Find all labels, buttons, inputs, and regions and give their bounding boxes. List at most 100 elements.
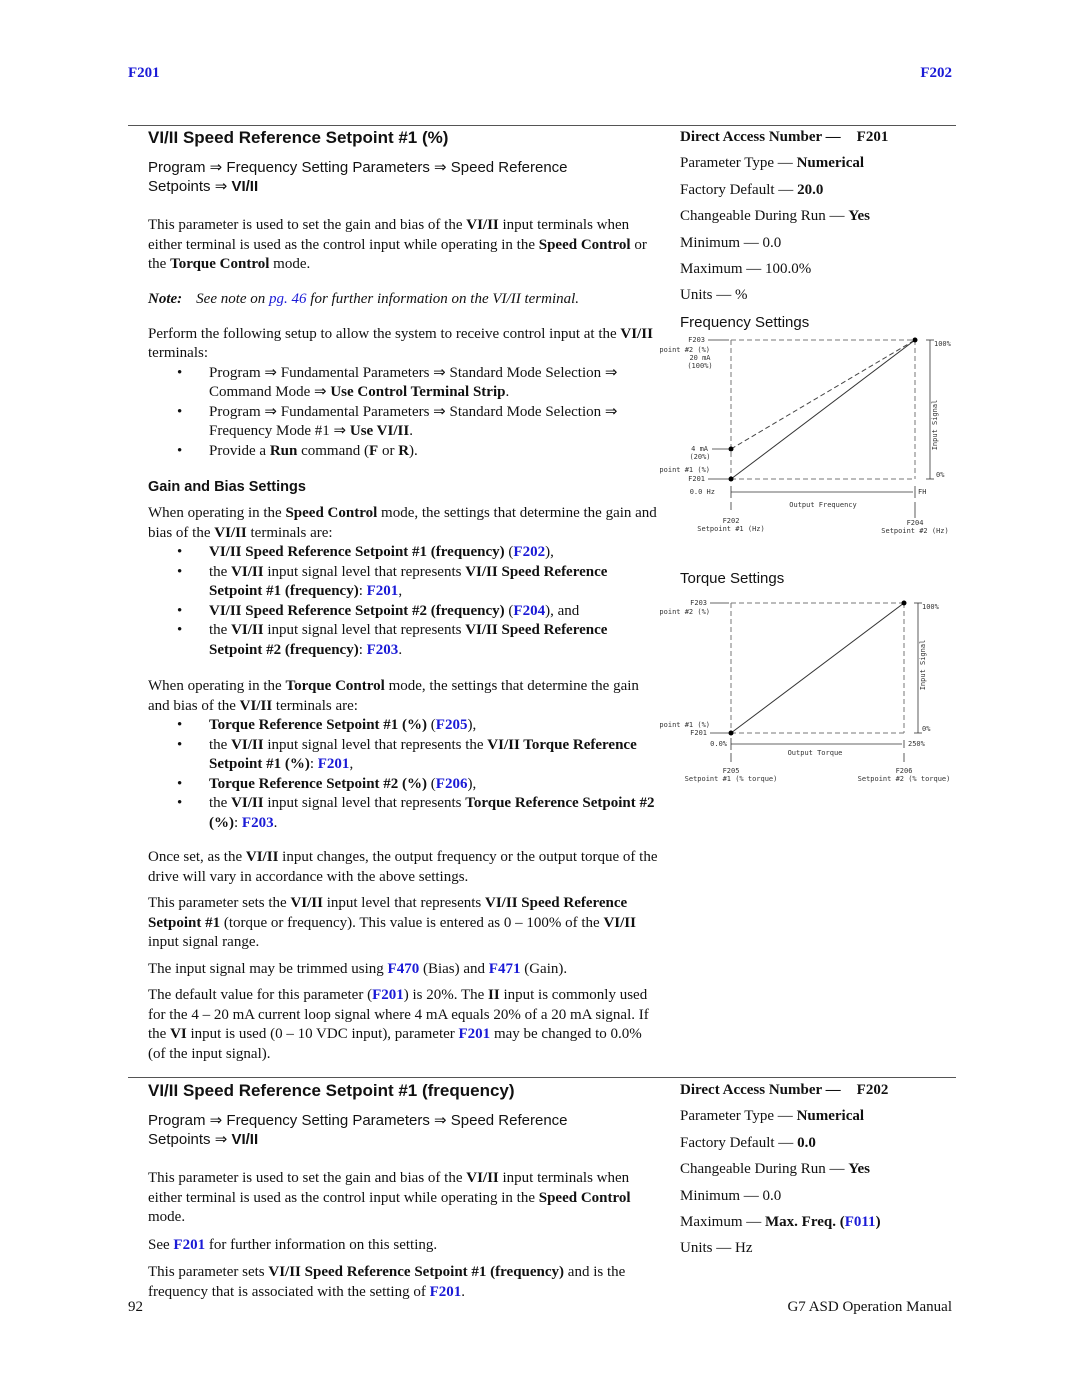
setup-steps: Program ⇒ Fundamental Parameters ⇒ Stand… bbox=[148, 364, 658, 462]
section1-main: VI/II Speed Reference Setpoint #1 (%) Pr… bbox=[148, 128, 658, 1064]
section2-sets-paragraph: This parameter sets VI/II Speed Referenc… bbox=[148, 1264, 626, 1300]
f206-link[interactable]: F206 bbox=[436, 776, 468, 792]
label-setpoint1-pct: Setpoint #1 (%) bbox=[660, 721, 710, 729]
section2-main: VI/II Speed Reference Setpoint #1 (frequ… bbox=[148, 1081, 658, 1302]
units: Units — % bbox=[680, 287, 748, 304]
f203-link[interactable]: F203 bbox=[242, 815, 274, 831]
torque-control-intro: When operating in the Torque Control mod… bbox=[148, 678, 639, 714]
label-f203: F203 bbox=[688, 336, 705, 344]
torque-setting-item: the VI/II input signal level that repres… bbox=[148, 794, 658, 833]
changeable-during-run: Changeable During Run — Yes bbox=[680, 208, 870, 225]
section1-intro: This parameter is used to set the gain a… bbox=[148, 217, 647, 272]
label-100pct: 100% bbox=[922, 603, 940, 611]
label-f201: F201 bbox=[690, 729, 707, 737]
header-right-code[interactable]: F202 bbox=[920, 65, 952, 82]
f205-link[interactable]: F205 bbox=[436, 717, 468, 733]
torque-setting-item: Torque Reference Setpoint #1 (%) (F205), bbox=[148, 716, 658, 736]
f203-link[interactable]: F203 bbox=[367, 642, 399, 658]
page-number: 92 bbox=[128, 1299, 143, 1315]
maximum: Maximum — 100.0% bbox=[680, 261, 812, 278]
section2-parameter-info: Direct Access Number — F202 Parameter Typ… bbox=[680, 1077, 888, 1262]
gain-bias-heading: Gain and Bias Settings bbox=[148, 479, 306, 495]
label-setpoint2-pct: Setpoint #2 (%) bbox=[660, 346, 710, 354]
label-output-frequency: Output Frequency bbox=[789, 501, 856, 509]
label-output-torque: Output Torque bbox=[788, 749, 843, 757]
label-4ma: 4 mA bbox=[691, 445, 709, 453]
label-f203: F203 bbox=[690, 599, 707, 607]
menu-path-line2: Setpoints ⇒ VI/II bbox=[148, 1131, 259, 1148]
speed-setting-item: the VI/II input signal level that repres… bbox=[148, 621, 658, 660]
label-0hz: 0.0 Hz bbox=[690, 488, 715, 496]
torque-settings-title: Torque Settings bbox=[680, 570, 785, 587]
label-250pct-torque: 250% bbox=[908, 740, 926, 748]
speed-control-settings: VI/II Speed Reference Setpoint #1 (frequ… bbox=[148, 543, 658, 660]
torque-setpoint1-point bbox=[728, 730, 734, 736]
label-20pct-paren: (20%) bbox=[689, 453, 710, 461]
label-setpoint2-pct: Setpoint #2 (%) bbox=[660, 608, 710, 616]
f202-link[interactable]: F202 bbox=[513, 544, 545, 560]
label-f202: F202 bbox=[723, 517, 740, 525]
f471-link[interactable]: F471 bbox=[489, 961, 521, 977]
speed-setting-item: the VI/II input signal level that repres… bbox=[148, 563, 658, 602]
section1-title: VI/II Speed Reference Setpoint #1 (%) bbox=[148, 128, 449, 147]
section2-intro: This parameter is used to set the gain a… bbox=[148, 1170, 631, 1225]
label-setpoint2-torque: Setpoint #2 (% torque) bbox=[858, 775, 951, 783]
torque-setting-item: Torque Reference Setpoint #2 (%) (F206), bbox=[148, 775, 658, 795]
label-0pct: 0% bbox=[922, 725, 931, 733]
section1-parameter-info: Direct Access Number — F201 Parameter Typ… bbox=[680, 124, 888, 309]
f201-link[interactable]: F201 bbox=[430, 1284, 462, 1300]
f201-link[interactable]: F201 bbox=[318, 756, 350, 772]
label-setpoint1-pct: Setpoint #1 (%) bbox=[660, 466, 710, 474]
maximum: Maximum — Max. Freq. (F011) bbox=[680, 1214, 881, 1231]
setup-intro: Perform the following setup to allow the… bbox=[148, 325, 653, 362]
label-input-signal: Input Signal bbox=[919, 640, 927, 691]
f470-link[interactable]: F470 bbox=[388, 961, 420, 977]
label-f205: F205 bbox=[723, 767, 740, 775]
header-left-code[interactable]: F201 bbox=[128, 65, 160, 82]
section1-menu-path: Program ⇒ Frequency Setting Parameters ⇒… bbox=[148, 158, 658, 196]
setup-step: Program ⇒ Fundamental Parameters ⇒ Stand… bbox=[148, 403, 658, 442]
label-setpoint1-hz: Setpoint #1 (Hz) bbox=[697, 525, 764, 533]
torque-setpoint2-point bbox=[901, 600, 907, 606]
current-loop-dashed-line bbox=[730, 339, 916, 450]
minimum: Minimum — 0.0 bbox=[680, 1187, 782, 1204]
label-0pct: 0% bbox=[936, 471, 945, 479]
setpoint1-point bbox=[728, 476, 734, 482]
minimum: Minimum — 0.0 bbox=[680, 234, 782, 251]
factory-default: Factory Default — 0.0 bbox=[680, 1134, 816, 1151]
label-f204: F204 bbox=[907, 519, 924, 527]
f011-link[interactable]: F011 bbox=[845, 1214, 876, 1230]
label-fh: FH bbox=[918, 488, 926, 496]
setpoint-line bbox=[730, 339, 916, 480]
label-100pct: 100% bbox=[934, 340, 952, 348]
frequency-settings-title: Frequency Settings bbox=[680, 314, 810, 331]
label-f206: F206 bbox=[896, 767, 913, 775]
f201-link[interactable]: F201 bbox=[459, 1026, 491, 1042]
page-46-link[interactable]: pg. 46 bbox=[269, 291, 307, 307]
torque-setting-item: the VI/II input signal level that repres… bbox=[148, 736, 658, 775]
setup-step: Provide a Run command (F or R). bbox=[148, 442, 658, 462]
direct-access-number: Direct Access Number — F201 bbox=[680, 129, 889, 145]
f201-link[interactable]: F201 bbox=[372, 987, 404, 1003]
torque-control-settings: Torque Reference Setpoint #1 (%) (F205),… bbox=[148, 716, 658, 833]
f204-link[interactable]: F204 bbox=[513, 603, 545, 619]
frequency-settings-diagram: F203 Setpoint #2 (%) 20 mA (100%) 4 mA (… bbox=[660, 336, 952, 535]
setup-step: Program ⇒ Fundamental Parameters ⇒ Stand… bbox=[148, 364, 658, 403]
direct-access-number: Direct Access Number — F202 bbox=[680, 1082, 889, 1098]
trim-paragraph: The input signal may be trimmed using F4… bbox=[148, 960, 568, 977]
section2-see-paragraph: See F201 for further information on this… bbox=[148, 1236, 438, 1253]
menu-path-line2: Setpoints ⇒ VI/II bbox=[148, 178, 259, 195]
4ma-point bbox=[728, 446, 734, 452]
f201-link[interactable]: F201 bbox=[367, 583, 399, 599]
torque-setpoint-line bbox=[730, 602, 905, 734]
manual-title: G7 ASD Operation Manual bbox=[787, 1299, 952, 1315]
label-100pct-paren: (100%) bbox=[687, 362, 712, 370]
label-f201: F201 bbox=[688, 475, 705, 483]
note-label: Note: bbox=[148, 290, 183, 307]
label-setpoint1-torque: Setpoint #1 (% torque) bbox=[685, 775, 778, 783]
speed-control-intro: When operating in the Speed Control mode… bbox=[148, 505, 657, 541]
f201-link[interactable]: F201 bbox=[173, 1237, 205, 1253]
parameter-sets-paragraph: This parameter sets the VI/II input leve… bbox=[148, 895, 636, 950]
section1-note: Note: See note on pg. 46 for further info… bbox=[148, 290, 580, 307]
label-input-signal: Input Signal bbox=[931, 400, 939, 451]
